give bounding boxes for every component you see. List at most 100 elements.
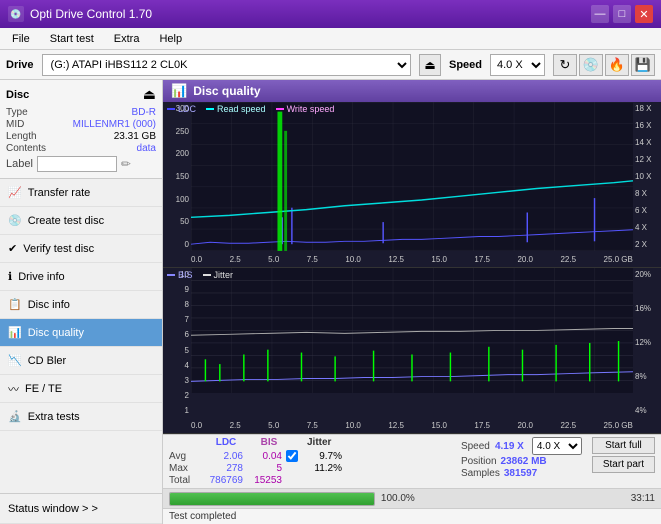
- verify-test-disc-label: Verify test disc: [23, 243, 94, 255]
- chart-lower-x-axis: 0.02.55.07.510.012.515.017.520.022.525.0…: [191, 417, 633, 433]
- drive-label: Drive: [6, 59, 34, 71]
- disc-mid-key: MID: [6, 119, 24, 130]
- fe-te-label: FE / TE: [25, 383, 62, 395]
- menu-bar: File Start test Extra Help: [0, 28, 661, 50]
- progress-bar-bg: [169, 492, 375, 506]
- progress-text: 100.0%: [381, 493, 415, 504]
- disc-contents-key: Contents: [6, 143, 46, 154]
- start-buttons: Start full Start part: [592, 437, 655, 473]
- content-title: Disc quality: [193, 84, 260, 98]
- minimize-button[interactable]: —: [591, 5, 609, 23]
- chart-lower-legend: BIS Jitter: [167, 270, 233, 280]
- drive-select[interactable]: (G:) ATAPI iHBS112 2 CL0K: [42, 54, 411, 76]
- sidebar-item-extra-tests[interactable]: 🔬 Extra tests: [0, 403, 162, 431]
- time-display: 33:11: [631, 493, 655, 504]
- chart-lower: BIS Jitter 10 9 8 7 6 5 4 3: [163, 268, 661, 434]
- stats-total-row: Total 786769 15253: [169, 475, 347, 486]
- eject-button[interactable]: ⏏: [419, 54, 441, 76]
- chart-upper-x-axis: 0.02.55.07.510.012.515.017.520.022.525.0…: [191, 251, 633, 267]
- sidebar-item-disc-info[interactable]: 📋 Disc info: [0, 291, 162, 319]
- disc-panel: Disc ⏏ Type BD-R MID MILLENMR1 (000) Len…: [0, 80, 162, 179]
- status-window-label: Status window > >: [8, 503, 98, 515]
- start-part-button[interactable]: Start part: [592, 456, 655, 473]
- speed-select[interactable]: 4.0 X ▼: [490, 54, 545, 76]
- chart-upper-y-right: 18 X 16 X 14 X 12 X 10 X 8 X 6 X 4 X 2 X: [633, 102, 661, 251]
- close-button[interactable]: ✕: [635, 5, 653, 23]
- speed-row: Speed 4.19 X 4.0 X: [461, 437, 582, 455]
- menu-help[interactable]: Help: [151, 31, 190, 47]
- legend-read-speed: Read speed: [206, 104, 266, 114]
- title-bar: 💿 Opti Drive Control 1.70 — □ ✕: [0, 0, 661, 28]
- chart-upper-svg: [191, 102, 633, 251]
- disc-info-icon: 📋: [8, 298, 22, 311]
- legend-bis: BIS: [167, 270, 193, 280]
- toolbar-buttons: ↻ 💿 🔥 💾: [553, 54, 655, 76]
- legend-ldc: LDC: [167, 104, 196, 114]
- burn-button[interactable]: 🔥: [605, 54, 629, 76]
- status-bar: Test completed: [163, 508, 661, 524]
- stats-headers: LDC BIS Jitter: [169, 437, 347, 449]
- menu-extra[interactable]: Extra: [106, 31, 148, 47]
- chart-lower-svg: [191, 268, 633, 393]
- cd-bler-label: CD Bler: [28, 355, 67, 367]
- sidebar-item-cd-bler[interactable]: 📉 CD Bler: [0, 347, 162, 375]
- jitter-checkbox[interactable]: [286, 450, 298, 462]
- stats-speed-select[interactable]: 4.0 X: [532, 437, 582, 455]
- disc-mid-val: MILLENMR1 (000): [73, 119, 156, 130]
- cd-bler-icon: 📉: [8, 354, 22, 367]
- menu-file[interactable]: File: [4, 31, 38, 47]
- disc-info-label: Disc info: [28, 299, 70, 311]
- nav-items: 📈 Transfer rate 💿 Create test disc ✔ Ver…: [0, 179, 162, 493]
- status-window-item[interactable]: Status window > >: [0, 494, 162, 524]
- create-test-disc-label: Create test disc: [28, 215, 104, 227]
- drive-info-label: Drive info: [18, 271, 64, 283]
- app-icon: 💿: [8, 6, 24, 22]
- disc-label-input[interactable]: [37, 156, 117, 172]
- content-header-icon: 📊: [171, 83, 187, 99]
- sidebar-item-disc-quality[interactable]: 📊 Disc quality: [0, 319, 162, 347]
- charts-container: LDC Read speed Write speed 300 250 200: [163, 102, 661, 434]
- sidebar-item-fe-te[interactable]: 〰 FE / TE: [0, 375, 162, 403]
- chart-upper: LDC Read speed Write speed 300 250 200: [163, 102, 661, 268]
- chart-lower-y-right: 20% 16% 12% 8% 4%: [633, 268, 661, 417]
- disc-length-val: 23.31 GB: [114, 131, 156, 142]
- app-title: Opti Drive Control 1.70: [30, 7, 152, 21]
- progress-bar-container: 100.0% 33:11: [163, 488, 661, 508]
- stats-max-row: Max 278 5 11.2%: [169, 463, 347, 474]
- chart-upper-y-left: 300 250 200 150 100 50 0: [163, 102, 191, 251]
- drive-bar: Drive (G:) ATAPI iHBS112 2 CL0K ⏏ Speed …: [0, 50, 661, 80]
- extra-tests-icon: 🔬: [8, 410, 22, 423]
- label-edit-icon[interactable]: ✏: [121, 157, 131, 171]
- sidebar-item-create-test-disc[interactable]: 💿 Create test disc: [0, 207, 162, 235]
- disc-quality-label: Disc quality: [28, 327, 84, 339]
- save-button[interactable]: 💾: [631, 54, 655, 76]
- speed-label: Speed: [449, 59, 482, 71]
- stats-main: LDC BIS Jitter Avg 2.06 0.04 9.7% Max 27…: [169, 437, 347, 486]
- chart-upper-legend: LDC Read speed Write speed: [167, 104, 334, 114]
- drive-info-icon: ℹ: [8, 270, 12, 283]
- verify-test-disc-icon: ✔: [8, 242, 17, 255]
- transfer-rate-icon: 📈: [8, 186, 22, 199]
- sidebar-item-verify-test-disc[interactable]: ✔ Verify test disc: [0, 235, 162, 263]
- content-area: 📊 Disc quality LDC Read speed: [163, 80, 661, 524]
- start-full-button[interactable]: Start full: [592, 437, 655, 454]
- stats-avg-row: Avg 2.06 0.04 9.7%: [169, 450, 347, 462]
- create-test-disc-icon: 💿: [8, 214, 22, 227]
- extra-tests-label: Extra tests: [28, 411, 80, 423]
- disc-type-key: Type: [6, 107, 28, 118]
- disc-label-key: Label: [6, 158, 33, 170]
- stats-speed-group: Speed 4.19 X 4.0 X Position 23862 MB Sam…: [461, 437, 582, 479]
- refresh-button[interactable]: ↻: [553, 54, 577, 76]
- main-layout: Disc ⏏ Type BD-R MID MILLENMR1 (000) Len…: [0, 80, 661, 524]
- maximize-button[interactable]: □: [613, 5, 631, 23]
- disc-button[interactable]: 💿: [579, 54, 603, 76]
- sidebar-item-transfer-rate[interactable]: 📈 Transfer rate: [0, 179, 162, 207]
- chart-lower-y-left: 10 9 8 7 6 5 4 3 2 1: [163, 268, 191, 417]
- progress-bar-fill: [170, 493, 374, 505]
- disc-eject-icon[interactable]: ⏏: [143, 86, 156, 103]
- status-text: Test completed: [169, 511, 236, 522]
- menu-start-test[interactable]: Start test: [42, 31, 102, 47]
- transfer-rate-label: Transfer rate: [28, 187, 91, 199]
- sidebar-item-drive-info[interactable]: ℹ Drive info: [0, 263, 162, 291]
- disc-type-val: BD-R: [132, 107, 156, 118]
